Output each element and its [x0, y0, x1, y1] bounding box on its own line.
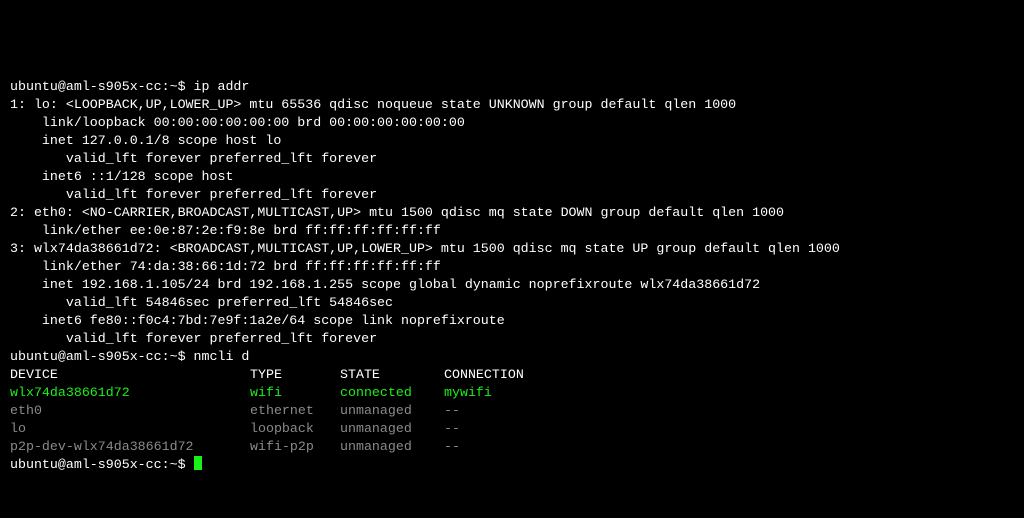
table-row: wlx74da38661d72wificonnectedmywifi	[10, 385, 492, 400]
ip-addr-output: 1: lo: <LOOPBACK,UP,LOWER_UP> mtu 65536 …	[10, 97, 840, 346]
table-row: loloopbackunmanaged--	[10, 421, 460, 436]
user-host: ubuntu@aml-s905x-cc	[10, 79, 162, 94]
nmcli-header: DEVICETYPESTATECONNECTION	[10, 367, 524, 382]
prompt-line-3: ubuntu@aml-s905x-cc:~$	[10, 457, 202, 472]
prompt-line-1: ubuntu@aml-s905x-cc:~$ ip addr	[10, 79, 249, 94]
prompt-line-2: ubuntu@aml-s905x-cc:~$ nmcli d	[10, 349, 249, 364]
table-row: eth0ethernetunmanaged--	[10, 403, 460, 418]
command: ip addr	[194, 79, 250, 94]
user-host: ubuntu@aml-s905x-cc	[10, 457, 162, 472]
table-row: p2p-dev-wlx74da38661d72wifi-p2punmanaged…	[10, 439, 460, 454]
cursor-block-icon	[194, 456, 202, 470]
terminal[interactable]: ubuntu@aml-s905x-cc:~$ ip addr 1: lo: <L…	[10, 78, 1024, 474]
command: nmcli d	[194, 349, 250, 364]
nmcli-rows: wlx74da38661d72wificonnectedmywifi eth0e…	[10, 385, 492, 454]
user-host: ubuntu@aml-s905x-cc	[10, 349, 162, 364]
